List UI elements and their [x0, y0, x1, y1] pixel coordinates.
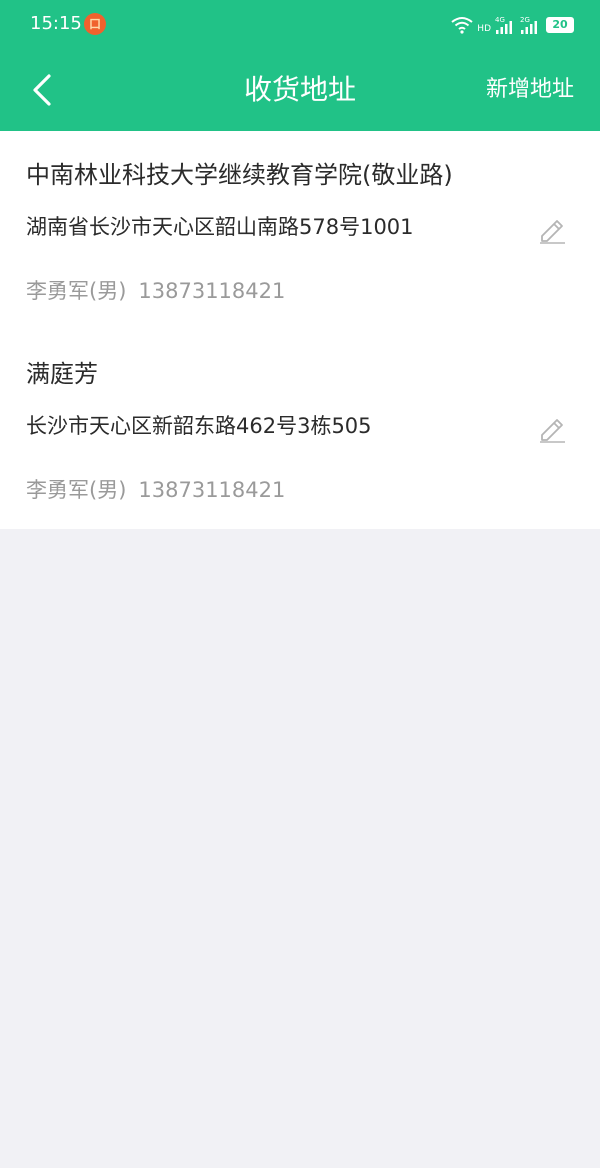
address-item[interactable]: 满庭芳 长沙市天心区新韶东路462号3栋505 李勇军(男) 1387311842… — [0, 330, 600, 529]
address-contact: 李勇军(男) 13873118421 — [26, 474, 285, 506]
address-detail: 湖南省长沙市天心区韶山南路578号1001 — [26, 215, 414, 239]
contact-phone: 13873118421 — [138, 279, 286, 303]
address-detail: 长沙市天心区新韶东路462号3栋505 — [26, 414, 372, 438]
address-contact: 李勇军(男) 13873118421 — [26, 275, 285, 307]
hd-label: HD — [477, 24, 491, 34]
status-bar: 15:15 口 HD 4G 2G 20 — [0, 0, 600, 50]
pencil-icon — [540, 419, 565, 443]
status-indicators: HD 4G 2G 20 — [451, 12, 574, 38]
svg-text:2G: 2G — [520, 16, 530, 24]
contact-phone: 13873118421 — [138, 478, 286, 502]
app-header: 15:15 口 HD 4G 2G 20 收货地址 新增地址 — [0, 0, 600, 131]
status-time: 15:15 — [30, 13, 82, 34]
battery-icon: 20 — [546, 17, 574, 33]
add-address-button[interactable]: 新增地址 — [486, 74, 574, 106]
address-item[interactable]: 中南林业科技大学继续教育学院(敬业路) 湖南省长沙市天心区韶山南路578号100… — [0, 131, 600, 330]
signal-2g-icon: 2G — [520, 16, 537, 34]
contact-name: 李勇军(男) — [26, 478, 127, 502]
edit-address-button[interactable] — [536, 213, 568, 245]
edit-address-button[interactable] — [536, 412, 568, 444]
svg-text:4G: 4G — [495, 16, 505, 24]
signal-4g-icon: 4G — [495, 16, 512, 34]
address-name: 中南林业科技大学继续教育学院(敬业路) — [26, 161, 453, 189]
notification-icon: 口 — [84, 13, 106, 35]
address-list: 中南林业科技大学继续教育学院(敬业路) 湖南省长沙市天心区韶山南路578号100… — [0, 131, 600, 529]
pencil-icon — [540, 220, 565, 244]
wifi-icon — [451, 17, 473, 34]
address-name: 满庭芳 — [26, 360, 98, 388]
contact-name: 李勇军(男) — [26, 279, 127, 303]
